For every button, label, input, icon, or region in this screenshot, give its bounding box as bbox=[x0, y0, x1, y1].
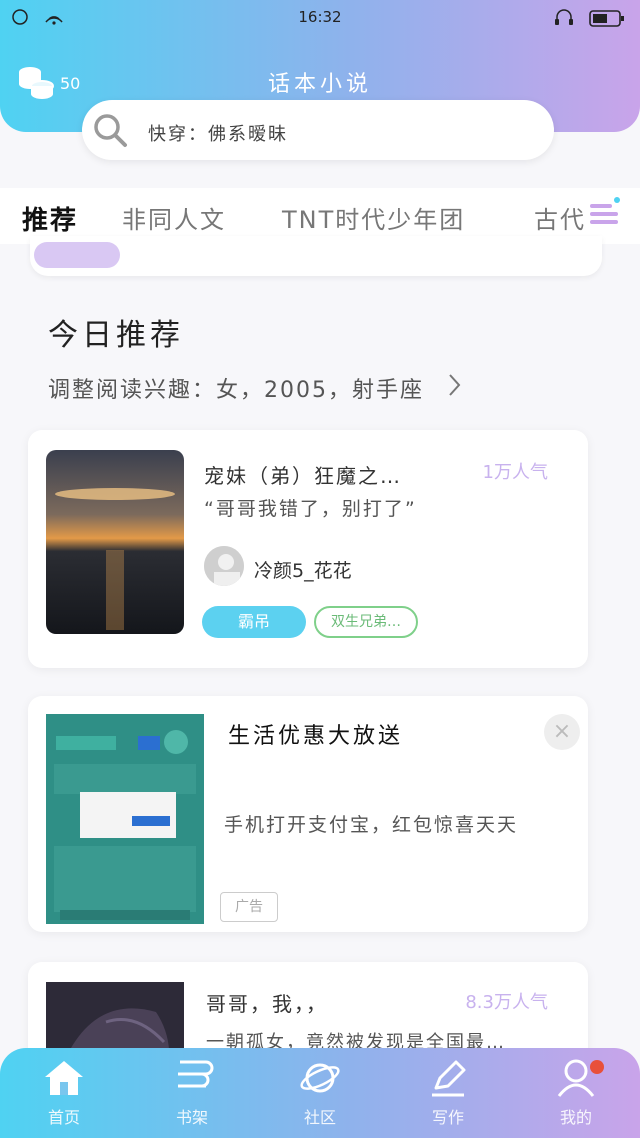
book-card[interactable]: 宠妹（弟）狂魔之… 1万人气 “哥哥我错了，别打了” 冷颜5_花花 霸吊 双生兄… bbox=[28, 430, 588, 668]
nav-label: 我的 bbox=[559, 1108, 592, 1127]
ad-image[interactable] bbox=[46, 714, 204, 924]
author-avatar[interactable] bbox=[204, 546, 244, 586]
book-tag[interactable]: 双生兄弟… bbox=[314, 606, 418, 638]
peek-pill bbox=[34, 242, 120, 268]
nav-label: 书架 bbox=[175, 1108, 208, 1127]
tab-recommend[interactable]: 推荐 bbox=[22, 200, 78, 237]
nav-home[interactable]: 首页 bbox=[14, 1058, 114, 1138]
search-bar[interactable]: 快穿：佛系暧昧 bbox=[82, 100, 554, 160]
tab-ancient[interactable]: 古代 bbox=[534, 200, 586, 235]
chevron-right-icon[interactable] bbox=[444, 372, 464, 396]
book-tag[interactable]: 霸吊 bbox=[202, 606, 306, 638]
bookshelf-icon bbox=[178, 1060, 214, 1088]
battery-icon bbox=[555, 9, 624, 27]
nav-label: 写作 bbox=[431, 1108, 464, 1127]
close-icon[interactable]: × bbox=[544, 714, 580, 750]
tab-tnt[interactable]: TNT时代少年团 bbox=[282, 200, 465, 235]
notification-dot bbox=[590, 1060, 604, 1074]
home-icon bbox=[45, 1061, 83, 1095]
nav-label: 首页 bbox=[47, 1108, 80, 1127]
alipay-ad-screenshot bbox=[46, 714, 204, 924]
app-title: 话本小说 bbox=[267, 72, 372, 97]
book-quote: “哥哥我错了，别打了” bbox=[204, 498, 417, 520]
author-name[interactable]: 冷颜5_花花 bbox=[254, 556, 352, 583]
bottom-nav: 首页 书架 社区 写作 我的 bbox=[0, 1048, 640, 1138]
status-icons-right bbox=[554, 8, 626, 32]
book-title[interactable]: 宠妹（弟）狂魔之… bbox=[204, 460, 402, 489]
book-title[interactable]: 哥哥，我，， bbox=[206, 988, 328, 1017]
category-menu-icon[interactable] bbox=[586, 194, 626, 238]
status-time: 16:32 bbox=[298, 8, 342, 26]
book-cover[interactable] bbox=[46, 450, 184, 634]
book-popularity: 8.3万人气 bbox=[465, 992, 548, 1013]
ad-card[interactable]: 生活优惠大放送 × 手机打开支付宝，红包惊喜天天 广告 bbox=[28, 696, 588, 932]
book-popularity: 1万人气 bbox=[482, 462, 548, 483]
sunset-cover-image bbox=[46, 450, 184, 634]
search-input[interactable]: 快穿：佛系暧昧 bbox=[148, 120, 288, 146]
status-bar: 16:32 bbox=[0, 6, 640, 30]
nav-profile[interactable]: 我的 bbox=[526, 1058, 626, 1138]
reading-preference-link[interactable]: 调整阅读兴趣：女，2005，射手座 bbox=[48, 372, 424, 404]
ad-description: 手机打开支付宝，红包惊喜天天 bbox=[224, 814, 519, 836]
nav-bookshelf[interactable]: 书架 bbox=[142, 1058, 242, 1138]
nav-label: 社区 bbox=[303, 1108, 336, 1127]
ad-badge: 广告 bbox=[220, 892, 278, 922]
planet-icon bbox=[300, 1063, 340, 1093]
ad-title[interactable]: 生活优惠大放送 bbox=[228, 718, 403, 750]
pen-icon bbox=[432, 1060, 466, 1097]
nav-write[interactable]: 写作 bbox=[398, 1058, 498, 1138]
nav-community[interactable]: 社区 bbox=[270, 1058, 370, 1138]
previous-card-edge bbox=[30, 236, 602, 276]
tab-non-fanfic[interactable]: 非同人文 bbox=[122, 200, 226, 235]
search-icon bbox=[92, 112, 128, 152]
section-title: 今日推荐 bbox=[48, 318, 184, 353]
